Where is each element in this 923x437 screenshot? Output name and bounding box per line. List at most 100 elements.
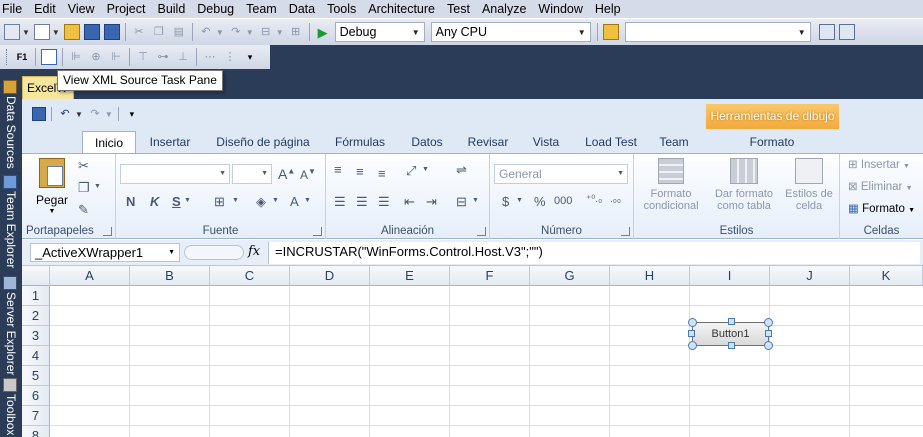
- save-icon[interactable]: [83, 24, 100, 40]
- row-header-8[interactable]: 8: [22, 426, 50, 437]
- column-header-i[interactable]: I: [690, 266, 770, 286]
- menu-project[interactable]: Project: [101, 0, 152, 18]
- resize-handle[interactable]: [764, 318, 773, 327]
- tab-datos[interactable]: Datos: [402, 131, 452, 153]
- properties-window-icon[interactable]: [838, 24, 855, 40]
- solution-configuration-select[interactable]: Debug ▼: [334, 22, 425, 42]
- column-header-c[interactable]: C: [210, 266, 290, 286]
- side-tab-toolbox[interactable]: Toolbox: [0, 378, 22, 437]
- view-xml-source-icon[interactable]: [41, 49, 57, 65]
- side-tab-team-explorer[interactable]: Team Explorer: [0, 175, 22, 279]
- percent-icon[interactable]: %: [534, 194, 546, 209]
- tab-revisar[interactable]: Revisar: [462, 131, 514, 153]
- dialog-launcher-icon[interactable]: [103, 227, 112, 236]
- column-header-b[interactable]: B: [130, 266, 210, 286]
- row-header-5[interactable]: 5: [22, 366, 50, 386]
- tab-formato[interactable]: Formato: [738, 131, 806, 153]
- side-tab-server-explorer[interactable]: Server Explorer: [0, 276, 22, 380]
- add-item-icon[interactable]: [33, 24, 50, 40]
- fill-color-dropdown-icon[interactable]: ▼: [272, 197, 279, 204]
- center-vertically-icon[interactable]: ⋮: [222, 49, 238, 65]
- new-project-dropdown-icon[interactable]: ▼: [22, 28, 30, 37]
- menu-window[interactable]: Window: [532, 0, 588, 18]
- row-header-4[interactable]: 4: [22, 346, 50, 366]
- copy-icon[interactable]: ❐: [151, 24, 167, 40]
- navigate-forward-icon[interactable]: ⊞: [288, 24, 304, 40]
- help-f1-icon[interactable]: F1: [14, 49, 30, 65]
- currency-icon[interactable]: $: [502, 194, 509, 209]
- customize-qat-icon[interactable]: ▾: [124, 106, 140, 122]
- column-header-k[interactable]: K: [850, 266, 923, 286]
- undo-dropdown-icon[interactable]: ▼: [216, 28, 224, 37]
- dialog-launcher-icon[interactable]: [477, 227, 486, 236]
- align-bottoms-icon[interactable]: ⊥: [175, 49, 191, 65]
- redo-dropdown-icon[interactable]: ▼: [246, 28, 254, 37]
- row-header-2[interactable]: 2: [22, 306, 50, 326]
- column-header-g[interactable]: G: [530, 266, 610, 286]
- tab-inicio[interactable]: Inicio: [82, 131, 136, 153]
- format-painter-icon[interactable]: ✎: [78, 202, 89, 218]
- delete-cells-button[interactable]: ⊠ Eliminar ▼: [848, 181, 913, 195]
- orientation-dropdown-icon[interactable]: ▼: [422, 166, 429, 173]
- solution-explorer-icon[interactable]: [818, 24, 835, 40]
- save-all-icon[interactable]: [103, 24, 120, 40]
- resize-handle[interactable]: [688, 341, 697, 350]
- menu-tools[interactable]: Tools: [321, 0, 362, 18]
- row-header-6[interactable]: 6: [22, 386, 50, 406]
- menu-test[interactable]: Test: [441, 0, 476, 18]
- align-middles-icon[interactable]: ⊶: [155, 49, 171, 65]
- start-debugging-icon[interactable]: ▶: [315, 24, 331, 40]
- align-left-icon[interactable]: ☰: [334, 194, 346, 210]
- save-icon[interactable]: [32, 107, 46, 121]
- insert-cells-button[interactable]: ⊞ Insertar ▼: [848, 159, 910, 173]
- format-cells-button[interactable]: ▦ Formato ▼: [848, 203, 915, 217]
- copy-icon[interactable]: ❐: [78, 180, 90, 196]
- center-horizontally-icon[interactable]: ⋯: [202, 49, 218, 65]
- name-box[interactable]: _ActiveXWrapper1 ▼: [30, 243, 180, 262]
- menu-team[interactable]: Team: [240, 0, 283, 18]
- side-tab-data-sources[interactable]: Data Sources: [0, 80, 22, 172]
- copy-dropdown-icon[interactable]: ▼: [94, 183, 101, 190]
- menu-file[interactable]: File: [0, 0, 28, 18]
- menu-debug[interactable]: Debug: [191, 0, 240, 18]
- align-bottom-icon[interactable]: ≡: [378, 166, 386, 181]
- menu-build[interactable]: Build: [151, 0, 191, 18]
- tab-formulas[interactable]: Fórmulas: [327, 131, 393, 153]
- font-color-icon[interactable]: A: [290, 194, 299, 209]
- borders-dropdown-icon[interactable]: ▼: [232, 197, 239, 204]
- align-centers-icon[interactable]: ⊕: [88, 49, 104, 65]
- row-header-7[interactable]: 7: [22, 406, 50, 426]
- resize-handle[interactable]: [688, 318, 697, 327]
- solution-platform-select[interactable]: Any CPU ▼: [430, 22, 591, 42]
- undo-icon[interactable]: ↶: [57, 106, 73, 122]
- menu-architecture[interactable]: Architecture: [362, 0, 441, 18]
- font-size-select[interactable]: ▼: [232, 164, 272, 184]
- bold-icon[interactable]: N: [126, 194, 135, 209]
- cell-styles-button[interactable]: Estilos de celda: [782, 158, 836, 212]
- menu-help[interactable]: Help: [589, 0, 627, 18]
- insert-function-icon[interactable]: fx: [248, 244, 260, 259]
- resize-handle[interactable]: [728, 342, 735, 349]
- navigate-backward-icon[interactable]: ⊟: [258, 24, 274, 40]
- redo-icon[interactable]: ↷: [228, 24, 244, 40]
- new-project-icon[interactable]: [4, 24, 20, 40]
- find-in-files-icon[interactable]: [602, 24, 619, 40]
- font-name-select[interactable]: ▼: [120, 164, 230, 184]
- thousands-separator-icon[interactable]: 000: [554, 195, 572, 207]
- resize-handle[interactable]: [728, 318, 735, 325]
- undo-icon[interactable]: ↶: [198, 24, 214, 40]
- paste-icon[interactable]: ▤: [171, 24, 187, 40]
- align-tops-icon[interactable]: ⊤: [135, 49, 151, 65]
- format-as-table-button[interactable]: Dar formato como tabla: [710, 158, 778, 212]
- find-combo-box[interactable]: ▼: [624, 22, 811, 42]
- dialog-launcher-icon[interactable]: [621, 227, 630, 236]
- menu-analyze[interactable]: Analyze: [476, 0, 532, 18]
- cut-icon[interactable]: ✂: [131, 24, 147, 40]
- resize-handle[interactable]: [764, 341, 773, 350]
- decrease-decimal-icon[interactable]: .₀₀: [610, 194, 621, 205]
- toolbar-options-icon[interactable]: ▾: [242, 49, 258, 65]
- undo-dropdown-icon[interactable]: ▼: [75, 110, 83, 119]
- formula-input[interactable]: =INCRUSTAR("WinForms.Control.Host.V3";""…: [268, 242, 920, 264]
- number-format-select[interactable]: General ▼: [494, 164, 628, 184]
- column-header-f[interactable]: F: [450, 266, 530, 286]
